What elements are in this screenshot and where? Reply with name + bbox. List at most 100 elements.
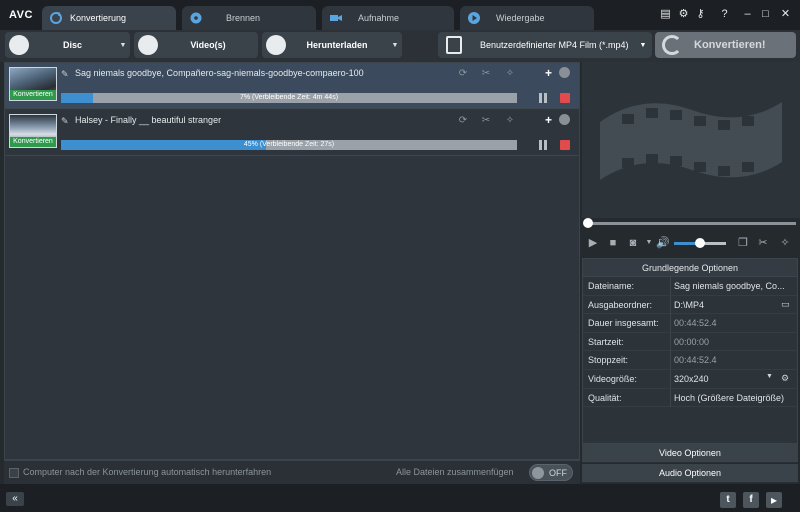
maximize-icon[interactable]: □ — [759, 8, 772, 21]
options-header: Grundlegende Optionen — [583, 259, 797, 277]
list-item[interactable]: Konvertieren ✎ Sag niemals goodbye, Comp… — [5, 63, 579, 109]
stop-icon[interactable] — [560, 93, 570, 103]
pencil-icon[interactable]: ✎ — [61, 116, 71, 126]
file-list: Konvertieren ✎ Sag niemals goodbye, Comp… — [4, 62, 580, 460]
option-row[interactable]: Dateiname: Sag niemals goodbye, Co... — [583, 277, 797, 296]
stop-time-field[interactable]: 00:44:52.4 — [674, 355, 792, 365]
chevron-down-icon[interactable]: ▼ — [388, 42, 402, 49]
video-options-button[interactable]: Video Optionen — [582, 444, 798, 463]
status-circle-icon[interactable] — [559, 114, 570, 125]
gear-icon[interactable]: ⚙ — [677, 8, 690, 21]
merge-toggle[interactable]: OFF — [529, 464, 573, 481]
facebook-icon[interactable]: f — [743, 492, 759, 508]
tab-konvertierung[interactable]: Konvertierung — [42, 6, 176, 30]
item-title: Halsey - Finally __ beautiful stranger — [75, 115, 222, 125]
add-disc-icon — [9, 35, 29, 55]
list-item[interactable]: Konvertieren ✎ Halsey - Finally __ beaut… — [5, 110, 579, 156]
item-title: Sag niemals goodbye, Compañero-sag-niema… — [75, 68, 364, 78]
effects-icon[interactable]: ✧ — [504, 68, 516, 80]
play-icon[interactable]: ▶ — [586, 236, 600, 250]
audio-options-button[interactable]: Audio Optionen — [582, 464, 798, 483]
close-icon[interactable]: ✕ — [779, 8, 792, 21]
effects-icon[interactable]: ✧ — [778, 236, 792, 250]
more-icon[interactable]: ▸ — [766, 492, 782, 508]
option-row[interactable]: Startzeit: 00:00:00 — [583, 332, 797, 352]
pause-icon[interactable] — [538, 140, 548, 150]
status-bar: « t f ▸ — [0, 484, 800, 512]
stop-icon[interactable]: ■ — [606, 236, 620, 250]
add-video-icon — [138, 35, 158, 55]
gear-icon[interactable]: ⚙ — [781, 373, 789, 384]
pause-icon[interactable] — [538, 93, 548, 103]
option-row[interactable]: Ausgabeordner: D:\MP4 ▭ — [583, 295, 797, 315]
option-row: Dauer insgesamt: 00:44:52.4 — [583, 314, 797, 333]
basic-options-panel: Grundlegende Optionen Dateiname: Sag nie… — [582, 258, 798, 444]
snapshot-icon[interactable]: ◙ — [626, 236, 640, 250]
start-time-field[interactable]: 00:00:00 — [674, 337, 792, 347]
help-icon[interactable]: ? — [718, 8, 731, 21]
collapse-button[interactable]: « — [6, 492, 24, 506]
progress-text: 45% (Verbleibende Zeit: 27s) — [243, 141, 335, 148]
convert-label: Konvertieren! — [694, 39, 766, 51]
tab-brennen[interactable]: Brennen — [182, 6, 316, 30]
add-disc-button[interactable]: Disc ▼ — [5, 32, 130, 58]
output-format-label: Benutzerdefinierter MP4 Film (*.mp4) — [480, 40, 629, 50]
film-strip-icon — [600, 102, 782, 180]
seek-handle[interactable] — [583, 218, 593, 228]
news-icon[interactable]: ▤ — [659, 8, 672, 21]
volume-icon[interactable]: 🔊 — [656, 236, 670, 250]
chevron-down-icon[interactable]: ▼ — [634, 42, 652, 49]
add-video-label: Video(s) — [190, 40, 226, 50]
twitter-icon[interactable]: t — [720, 492, 736, 508]
convert-tab-icon — [50, 12, 62, 24]
add-output-icon[interactable]: + — [545, 113, 552, 127]
add-output-icon[interactable]: + — [545, 66, 552, 80]
filename-field[interactable]: Sag niemals goodbye, Co... — [674, 281, 792, 291]
progress-bar: 7% (Verbleibende Zeit: 4m 44s) — [61, 93, 517, 103]
volume-handle[interactable] — [695, 238, 705, 248]
thumbnail-label: Konvertieren — [10, 90, 56, 100]
volume-slider[interactable] — [674, 238, 726, 248]
chevron-down-icon[interactable]: ▼ — [642, 236, 656, 250]
sync-icon[interactable]: ⟳ — [457, 115, 469, 127]
play-tab-icon — [468, 12, 480, 24]
video-size-select[interactable]: 320x240 — [674, 374, 792, 384]
key-icon[interactable]: ⚷ — [694, 8, 707, 21]
option-key: Ausgabeordner: — [588, 299, 653, 310]
option-key: Dateiname: — [588, 281, 635, 291]
download-label: Herunterladen — [306, 40, 368, 50]
option-row[interactable]: Videogröße: 320x240 ▼ ⚙ — [583, 369, 797, 389]
output-folder-field[interactable]: D:\MP4 — [674, 300, 792, 310]
cut-icon[interactable]: ✂ — [480, 68, 492, 80]
download-icon — [266, 35, 286, 55]
shutdown-checkbox[interactable] — [9, 468, 19, 478]
sync-icon[interactable]: ⟳ — [457, 68, 469, 80]
folder-icon[interactable]: ▭ — [781, 299, 790, 310]
add-video-button[interactable]: Video(s) — [134, 32, 258, 58]
seek-track[interactable] — [588, 222, 796, 225]
status-circle-icon[interactable] — [559, 67, 570, 78]
stop-icon[interactable] — [560, 140, 570, 150]
option-key: Startzeit: — [588, 336, 624, 347]
pencil-icon[interactable]: ✎ — [61, 69, 71, 79]
chevron-down-icon[interactable]: ▼ — [116, 42, 130, 49]
seek-bar[interactable] — [582, 218, 800, 230]
cut-icon[interactable]: ✂ — [480, 115, 492, 127]
chevron-down-icon[interactable]: ▼ — [766, 373, 773, 380]
option-row[interactable]: Stoppzeit: 00:44:52.4 — [583, 351, 797, 370]
convert-button[interactable]: Konvertieren! — [655, 32, 796, 58]
minimize-icon[interactable]: – — [741, 8, 754, 21]
tab-wiedergabe[interactable]: Wiedergabe — [460, 6, 594, 30]
app-logo: AVC — [9, 9, 33, 21]
copy-icon[interactable]: ❐ — [736, 236, 750, 250]
tab-aufnahme[interactable]: Aufnahme — [322, 6, 454, 30]
output-format-select[interactable]: Benutzerdefinierter MP4 Film (*.mp4) ▼ — [438, 32, 652, 58]
option-row[interactable]: Qualität: Hoch (Größere Dateigröße) — [583, 388, 797, 408]
quality-select[interactable]: Hoch (Größere Dateigröße) — [674, 393, 792, 403]
merge-label: Alle Dateien zusammenfügen — [396, 467, 514, 477]
option-key: Stoppzeit: — [588, 355, 629, 366]
effects-icon[interactable]: ✧ — [504, 115, 516, 127]
download-button[interactable]: Herunterladen ▼ — [262, 32, 402, 58]
tab-label: Aufnahme — [358, 13, 400, 23]
cut-icon[interactable]: ✂ — [756, 236, 770, 250]
